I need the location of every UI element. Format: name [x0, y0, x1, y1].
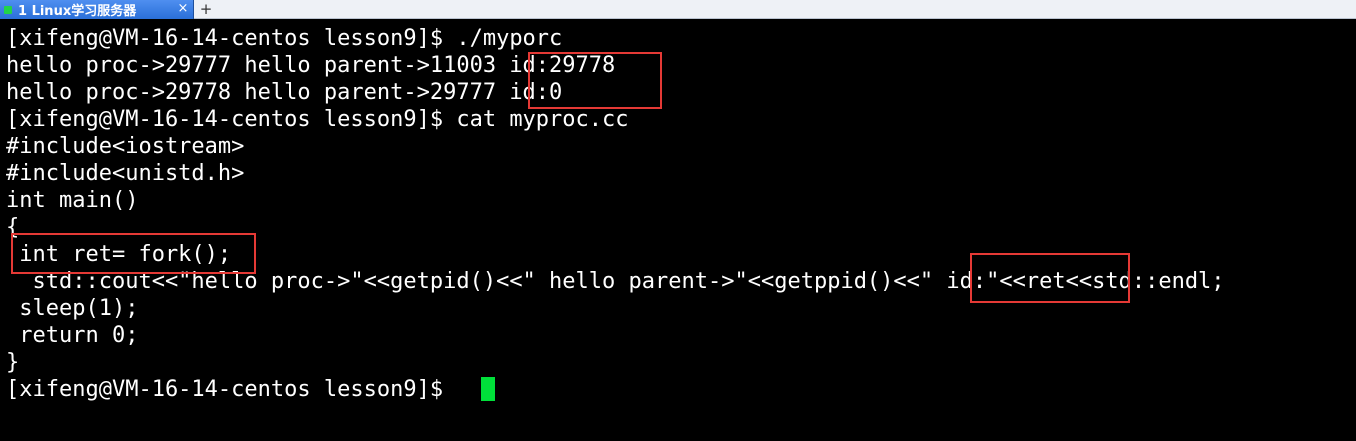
- tab-bar: 1 Linux学习服务器 × +: [0, 0, 1356, 19]
- tab-linux-server[interactable]: 1 Linux学习服务器 ×: [0, 0, 194, 19]
- close-tab-icon[interactable]: ×: [176, 2, 190, 16]
- prompt-line: [xifeng@VM-16-14-centos lesson9]$ cat my…: [6, 107, 629, 132]
- terminal-cursor: [481, 377, 495, 401]
- highlight-box-fork-call: [11, 233, 256, 274]
- code-line: sleep(1);: [6, 296, 139, 321]
- code-line: int main(): [6, 188, 139, 213]
- tab-label: 1 Linux学习服务器: [18, 4, 137, 19]
- prompt-line: [xifeng@VM-16-14-centos lesson9]$: [6, 377, 457, 402]
- code-line: #include<unistd.h>: [6, 161, 245, 186]
- output-line: hello proc->29777 hello parent->11003 id…: [6, 53, 616, 78]
- prompt-line: [xifeng@VM-16-14-centos lesson9]$ ./mypo…: [6, 26, 563, 51]
- connection-status-icon: [4, 5, 12, 14]
- code-line: return 0;: [6, 323, 139, 348]
- code-line: }: [6, 350, 20, 375]
- code-line: #include<iostream>: [6, 134, 245, 159]
- output-line: hello proc->29778 hello parent->29777 id…: [6, 80, 563, 105]
- highlight-box-id-output: [528, 52, 662, 109]
- highlight-box-id-ret: [970, 253, 1130, 303]
- new-tab-button[interactable]: +: [196, 1, 216, 18]
